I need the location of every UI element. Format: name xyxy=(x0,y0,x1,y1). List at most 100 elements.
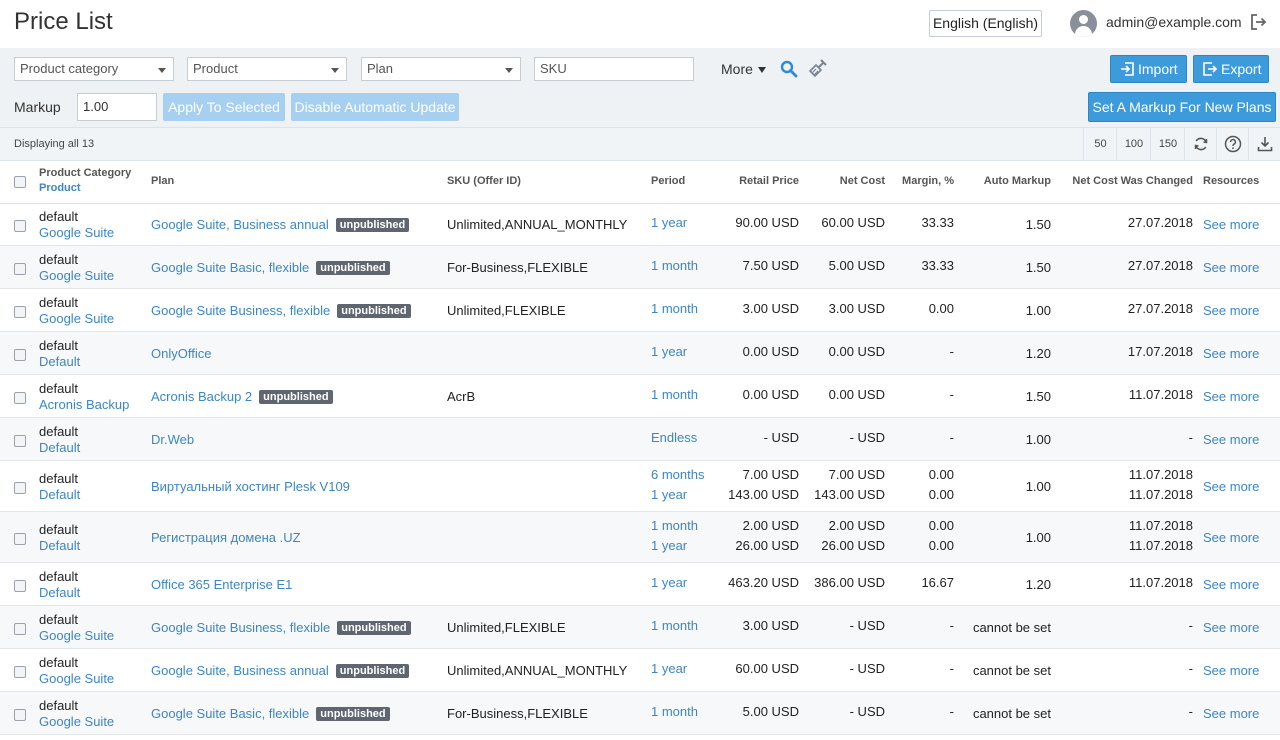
search-icon[interactable] xyxy=(780,60,798,78)
row-checkbox[interactable] xyxy=(14,306,26,318)
plan-cell: Google Suite, Business annual unpublished xyxy=(151,217,410,232)
column-header-margin[interactable]: Margin, % xyxy=(902,175,954,187)
see-more-link[interactable]: See more xyxy=(1203,432,1259,447)
plan-cell: Google Suite, Business annual unpublished xyxy=(151,663,410,678)
period-link[interactable]: Endless xyxy=(651,430,697,445)
see-more-link[interactable]: See more xyxy=(1203,530,1259,545)
row-checkbox[interactable] xyxy=(14,220,26,232)
period-link[interactable]: 1 month xyxy=(651,258,698,273)
logout-icon[interactable] xyxy=(1250,13,1268,31)
period-link[interactable]: 1 year xyxy=(651,215,687,230)
import-button[interactable]: Import xyxy=(1110,55,1187,83)
page-size-50[interactable]: 50 xyxy=(1083,128,1117,160)
column-header-category[interactable]: Product Category xyxy=(39,167,131,179)
column-header-net-cost-changed[interactable]: Net Cost Was Changed xyxy=(1072,175,1193,187)
column-header-sku[interactable]: SKU (Offer ID) xyxy=(447,175,521,187)
row-checkbox[interactable] xyxy=(14,666,26,678)
column-header-product[interactable]: Product xyxy=(39,182,81,194)
row-checkbox[interactable] xyxy=(14,533,26,545)
product-category-filter-label: Product category xyxy=(20,61,119,76)
row-checkbox[interactable] xyxy=(14,623,26,635)
plan-link[interactable]: Google Suite Basic, flexible xyxy=(151,260,309,275)
row-checkbox[interactable] xyxy=(14,709,26,721)
column-header-net-cost[interactable]: Net Cost xyxy=(840,175,885,187)
disable-automatic-update-button[interactable]: Disable Automatic Update xyxy=(291,93,459,121)
plan-link[interactable]: Google Suite Basic, flexible xyxy=(151,706,309,721)
period-link[interactable]: 1 month xyxy=(651,518,698,533)
see-more-link[interactable]: See more xyxy=(1203,706,1259,721)
see-more-link[interactable]: See more xyxy=(1203,217,1259,232)
refresh-button[interactable] xyxy=(1184,128,1217,160)
period-link[interactable]: 1 year xyxy=(651,661,687,676)
product-link[interactable]: Google Suite xyxy=(39,311,114,326)
period-link[interactable]: 6 months xyxy=(651,467,704,482)
see-more-link[interactable]: See more xyxy=(1203,389,1259,404)
select-all-checkbox[interactable] xyxy=(14,176,26,188)
row-checkbox[interactable] xyxy=(14,435,26,447)
retail-price-cell: 0.00 USD xyxy=(742,344,799,359)
markup-input[interactable]: 1.00 xyxy=(77,93,157,121)
set-markup-new-plans-button[interactable]: Set A Markup For New Plans xyxy=(1088,92,1276,122)
product-link[interactable]: Default xyxy=(39,354,80,369)
plan-link[interactable]: OnlyOffice xyxy=(151,346,211,361)
more-filters-button[interactable]: More xyxy=(721,61,766,77)
product-link[interactable]: Default xyxy=(39,538,80,553)
avatar-icon[interactable] xyxy=(1070,10,1097,37)
product-link[interactable]: Google Suite xyxy=(39,671,114,686)
row-checkbox[interactable] xyxy=(14,349,26,361)
plan-link[interactable]: Acronis Backup 2 xyxy=(151,389,252,404)
see-more-link[interactable]: See more xyxy=(1203,303,1259,318)
download-button[interactable] xyxy=(1248,128,1280,160)
column-header-retail-price[interactable]: Retail Price xyxy=(739,175,799,187)
column-header-period[interactable]: Period xyxy=(651,175,685,187)
period-link[interactable]: 1 month xyxy=(651,618,698,633)
period-link[interactable]: 1 year xyxy=(651,344,687,359)
product-filter[interactable]: Product xyxy=(187,57,347,81)
product-link[interactable]: Google Suite xyxy=(39,714,114,729)
row-checkbox[interactable] xyxy=(14,482,26,494)
see-more-link[interactable]: See more xyxy=(1203,479,1259,494)
product-link[interactable]: Acronis Backup xyxy=(39,397,129,412)
see-more-link[interactable]: See more xyxy=(1203,663,1259,678)
plan-link[interactable]: Google Suite Business, flexible xyxy=(151,620,330,635)
see-more-link[interactable]: See more xyxy=(1203,577,1259,592)
period-link[interactable]: 1 month xyxy=(651,387,698,402)
clear-filters-icon[interactable] xyxy=(807,57,829,79)
period-link[interactable]: 1 year xyxy=(651,487,687,502)
period-link[interactable]: 1 year xyxy=(651,538,687,553)
product-link[interactable]: Default xyxy=(39,440,80,455)
period-link[interactable]: 1 month xyxy=(651,704,698,719)
language-select[interactable]: English (English) xyxy=(929,10,1042,37)
help-button[interactable] xyxy=(1216,128,1249,160)
plan-link[interactable]: Google Suite Business, flexible xyxy=(151,303,330,318)
user-email[interactable]: admin@example.com xyxy=(1106,14,1242,30)
plan-link[interactable]: Виртуальный хостинг Plesk V109 xyxy=(151,479,350,494)
period-link[interactable]: 1 year xyxy=(651,575,687,590)
see-more-link[interactable]: See more xyxy=(1203,346,1259,361)
plan-link[interactable]: Dr.Web xyxy=(151,432,194,447)
column-header-auto-markup[interactable]: Auto Markup xyxy=(984,175,1051,187)
product-category-filter[interactable]: Product category xyxy=(14,57,174,81)
product-link[interactable]: Google Suite xyxy=(39,268,114,283)
product-link[interactable]: Google Suite xyxy=(39,628,114,643)
plan-link[interactable]: Google Suite, Business annual xyxy=(151,217,329,232)
row-checkbox[interactable] xyxy=(14,392,26,404)
page-size-100[interactable]: 100 xyxy=(1116,128,1151,160)
plan-link[interactable]: Регистрация домена .UZ xyxy=(151,530,301,545)
see-more-link[interactable]: See more xyxy=(1203,620,1259,635)
plan-link[interactable]: Google Suite, Business annual xyxy=(151,663,329,678)
row-checkbox[interactable] xyxy=(14,263,26,275)
row-checkbox[interactable] xyxy=(14,580,26,592)
page-size-150[interactable]: 150 xyxy=(1150,128,1185,160)
sku-input[interactable]: SKU xyxy=(534,57,694,81)
apply-to-selected-button[interactable]: Apply To Selected xyxy=(163,93,285,121)
see-more-link[interactable]: See more xyxy=(1203,260,1259,275)
period-link[interactable]: 1 month xyxy=(651,301,698,316)
plan-filter[interactable]: Plan xyxy=(361,57,521,81)
product-link[interactable]: Default xyxy=(39,487,80,502)
product-link[interactable]: Google Suite xyxy=(39,225,114,240)
column-header-plan[interactable]: Plan xyxy=(151,175,174,187)
product-link[interactable]: Default xyxy=(39,585,80,600)
export-button[interactable]: Export xyxy=(1193,55,1269,83)
plan-link[interactable]: Office 365 Enterprise E1 xyxy=(151,577,292,592)
